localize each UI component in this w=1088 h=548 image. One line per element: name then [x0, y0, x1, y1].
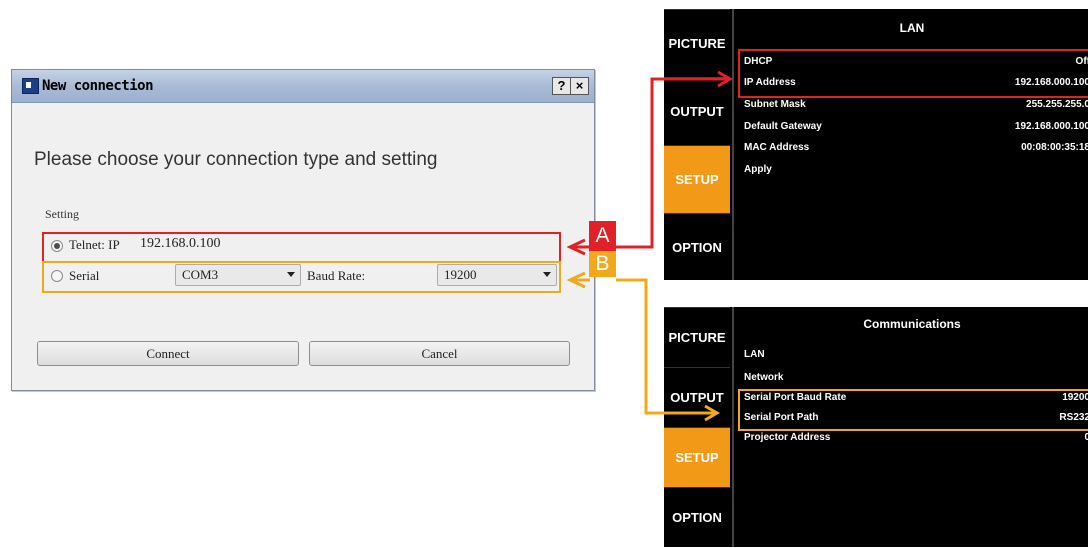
- connector-a-line: [616, 77, 729, 249]
- connector-b-line: [616, 278, 715, 415]
- annotation-connectors: [566, 70, 733, 422]
